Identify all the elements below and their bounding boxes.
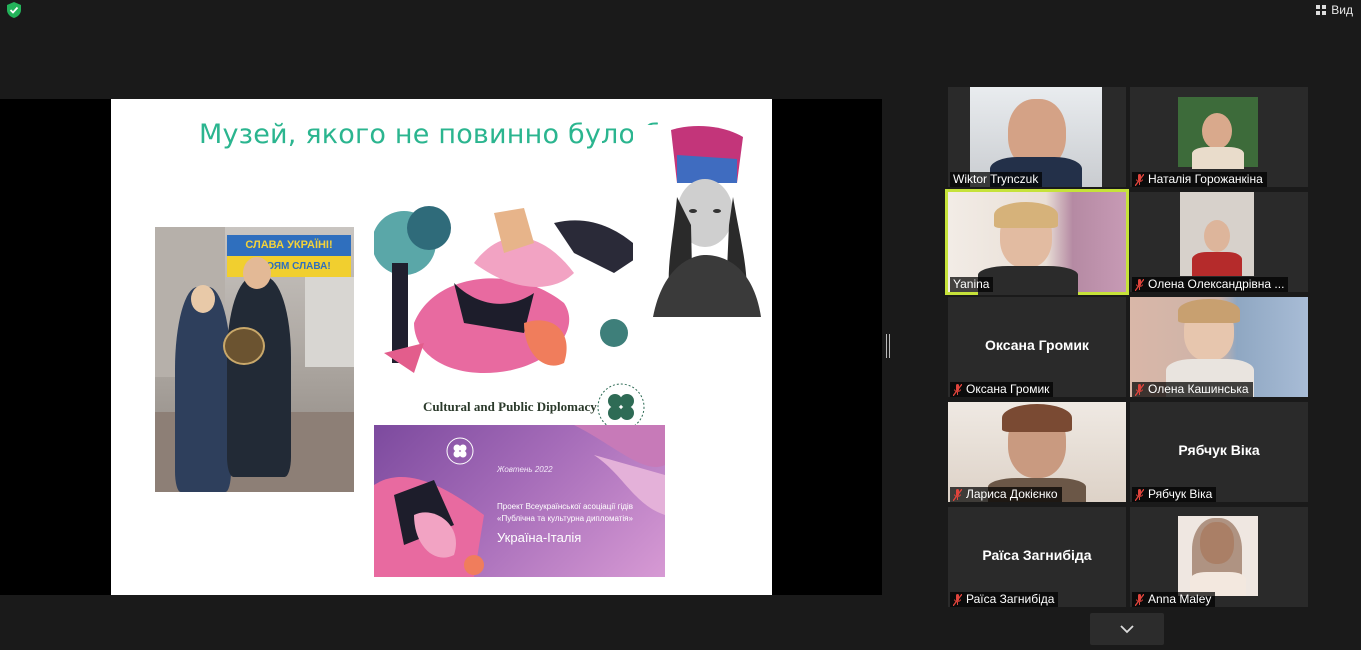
participant-display-name: Оксана Громик <box>985 337 1089 353</box>
gallery-next-page-button[interactable] <box>1090 613 1164 645</box>
shared-screen: Музей, якого не повинно було бути… СЛАВА… <box>0 99 882 595</box>
cossack-artwork <box>374 203 654 379</box>
woman-portrait <box>633 125 763 317</box>
top-bar: Вид <box>0 0 1361 22</box>
participant-video <box>1178 97 1258 169</box>
participant-tile[interactable]: Лариса Докієнко <box>948 402 1126 502</box>
participant-tile-active-speaker[interactable]: Yanina <box>945 189 1129 295</box>
participant-tile[interactable]: Wiktor Trynczuk <box>948 87 1126 187</box>
muted-mic-icon <box>1135 593 1144 606</box>
participant-name: Олена Олександрівна ... <box>1132 277 1289 292</box>
view-button-label: Вид <box>1331 3 1353 17</box>
participant-name: Wiktor Trynczuk <box>950 172 1043 187</box>
muted-mic-icon <box>953 383 962 396</box>
participant-name: Оксана Громик <box>950 382 1054 397</box>
participant-name: Yanina <box>950 277 994 292</box>
participant-tile[interactable]: Anna Maley <box>1130 507 1308 607</box>
participant-tile[interactable]: Наталія Горожанкіна <box>1130 87 1308 187</box>
grid-view-icon <box>1316 5 1327 15</box>
participant-name: Лариса Докієнко <box>950 487 1062 502</box>
cultural-diplomacy-caption: Cultural and Public Diplomacy <box>423 399 597 414</box>
participant-tile[interactable]: Олена Олександрівна ... <box>1130 192 1308 292</box>
participant-tile[interactable]: Рябчук Віка Рябчук Віка <box>1130 402 1308 502</box>
participant-name: Наталія Горожанкіна <box>1132 172 1267 187</box>
man-figure <box>227 277 291 477</box>
participant-display-name: Раїса Загнибіда <box>982 547 1092 563</box>
participant-name: Рябчук Віка <box>1132 487 1217 502</box>
muted-mic-icon <box>1135 383 1144 396</box>
participant-name: Anna Maley <box>1132 592 1216 607</box>
muted-mic-icon <box>953 593 962 606</box>
resize-handle[interactable] <box>886 334 890 358</box>
card-countries: Україна-Італія <box>497 530 582 545</box>
woman-figure <box>175 287 231 492</box>
shield-check-icon[interactable] <box>7 2 21 18</box>
banner-line-1: СЛАВА УКРАЇНІ! <box>227 235 351 256</box>
participant-tile[interactable]: Оксана Громик Оксана Громик <box>948 297 1126 397</box>
muted-mic-icon <box>1135 278 1144 291</box>
chevron-down-icon <box>1120 625 1134 634</box>
project-card: Жовтень 2022 Проект Всеукраїнської асоці… <box>374 425 665 577</box>
participant-name: Раїса Загнибіда <box>950 592 1059 607</box>
muted-mic-icon <box>1135 488 1144 501</box>
participant-display-name: Рябчук Віка <box>1178 442 1260 458</box>
muted-mic-icon <box>1135 173 1144 186</box>
muted-mic-icon <box>953 488 962 501</box>
participant-name: Олена Кашинська <box>1132 382 1253 397</box>
participant-tile[interactable]: Раїса Загнибіда Раїса Загнибіда <box>948 507 1126 607</box>
participant-video <box>1178 516 1258 596</box>
card-project-text: Проект Всеукраїнської асоціації гідів «П… <box>497 502 633 523</box>
card-month: Жовтень 2022 <box>497 465 553 474</box>
presentation-slide: Музей, якого не повинно було бути… СЛАВА… <box>111 99 772 595</box>
view-button[interactable]: Вид <box>1316 1 1353 19</box>
museum-photo: СЛАВА УКРАЇНІ! ГЕРОЯМ СЛАВА! <box>155 227 354 492</box>
participant-video <box>1180 192 1254 276</box>
participant-tile[interactable]: Олена Кашинська <box>1130 297 1308 397</box>
